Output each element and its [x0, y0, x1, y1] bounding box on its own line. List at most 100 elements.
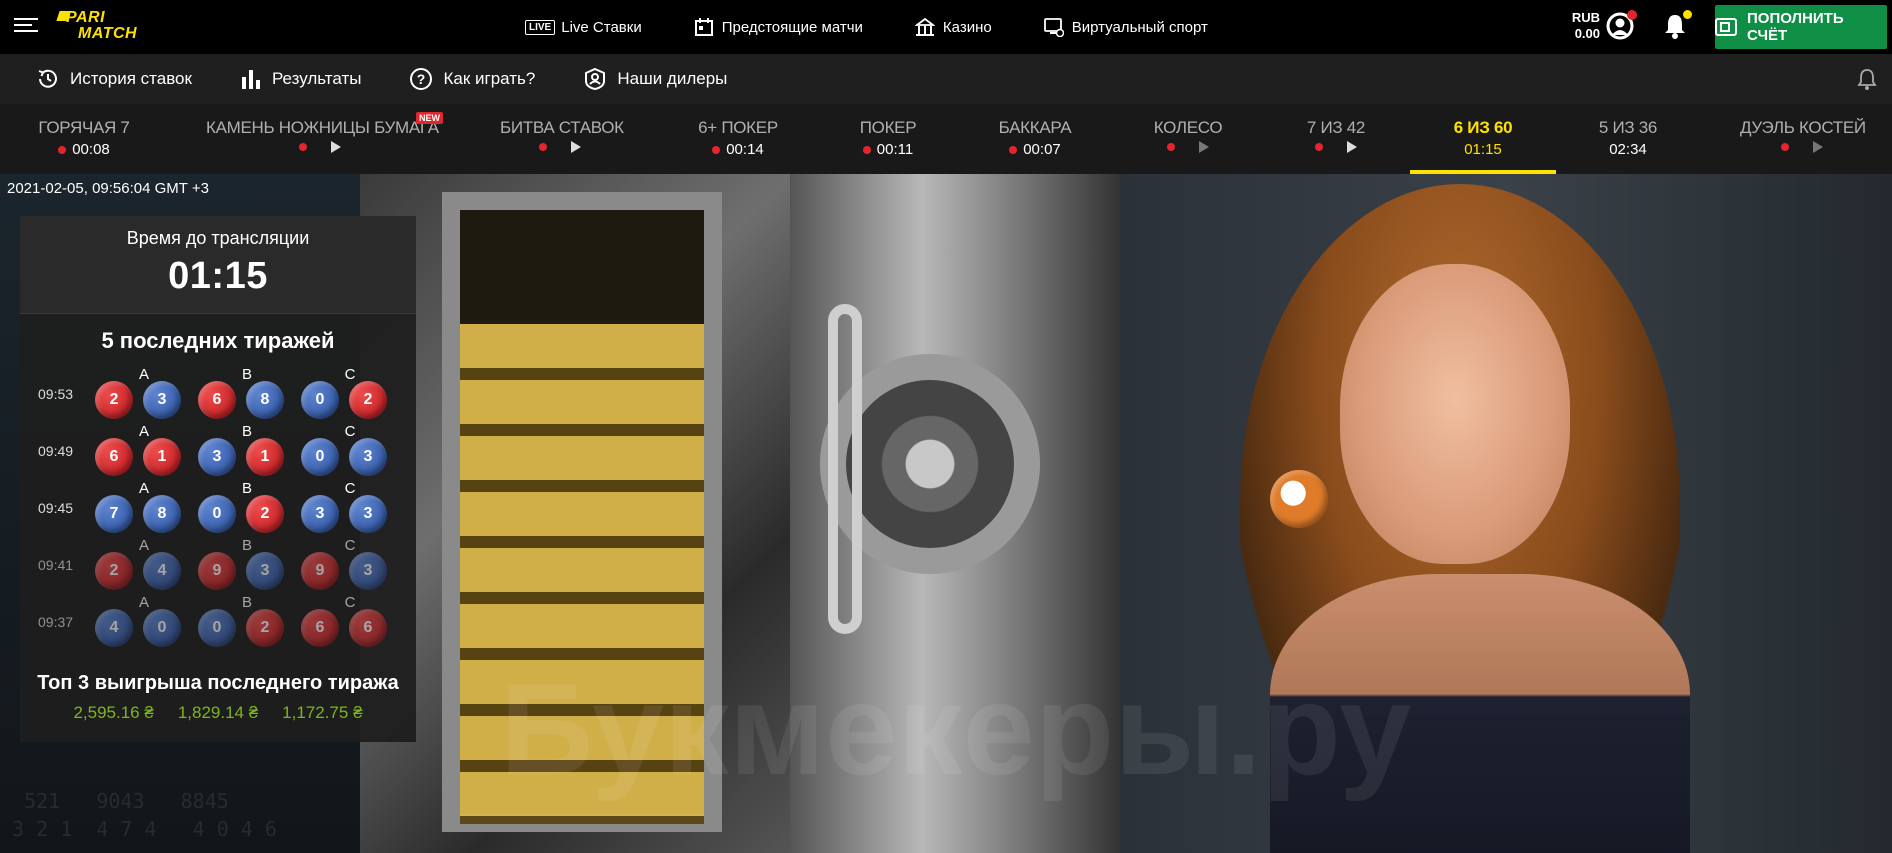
nav-upcoming-matches[interactable]: Предстоящие матчи: [694, 0, 863, 54]
lottery-ball: 6: [198, 381, 236, 419]
bell-icon[interactable]: [1856, 67, 1878, 91]
top-wins-block: Топ 3 выигрыша последнего тиража 2,595.1…: [20, 672, 416, 723]
notification-dot: [1683, 10, 1692, 19]
tab-poker[interactable]: ПОКЕР 00:11: [848, 104, 928, 174]
draw-group: A23: [95, 366, 195, 423]
draw-group: A61: [95, 423, 195, 480]
lottery-ball: 6: [95, 438, 133, 476]
lottery-ball: [1270, 470, 1328, 528]
nav-virtual-sport[interactable]: Виртуальный спорт: [1043, 0, 1208, 54]
play-icon: [1199, 141, 1209, 153]
nav-our-dealers[interactable]: Наши дилеры: [583, 67, 727, 91]
draw-group: B68: [198, 366, 298, 423]
history-icon: [36, 67, 60, 91]
group-label: B: [241, 480, 252, 497]
calendar-icon: [694, 17, 714, 37]
group-label: C: [344, 423, 356, 440]
nav-results[interactable]: Результаты: [240, 67, 361, 91]
last-draws-title: 5 последних тиражей: [101, 328, 335, 353]
lottery-ball: 0: [198, 609, 236, 647]
lottery-ball: 8: [246, 381, 284, 419]
live-dot: [1167, 143, 1175, 151]
group-label: C: [344, 537, 356, 554]
lottery-ball: 2: [349, 381, 387, 419]
nav-live-bets[interactable]: LIVE Live Ставки: [525, 0, 642, 54]
tab-6-of-60[interactable]: 6 ИЗ 60 01:15: [1410, 104, 1556, 174]
lottery-ball: 3: [349, 552, 387, 590]
lottery-ball: 3: [143, 381, 181, 419]
play-icon: [331, 141, 341, 153]
lottery-ball: 3: [246, 552, 284, 590]
stream-datestamp: 2021-02-05, 09:56:04 GMT +3: [7, 180, 209, 197]
play-icon: [571, 141, 581, 153]
casino-icon: [914, 17, 935, 37]
games-tabs: ГОРЯЧАЯ 7 00:08 КАМЕНЬ НОЖНИЦЫ БУМАГА NE…: [0, 104, 1892, 174]
lottery-ball: 0: [301, 438, 339, 476]
draw-group: A40: [95, 594, 195, 651]
top-navbar: PARI MATCH LIVE Live Ставки Предстоящие …: [0, 0, 1892, 54]
live-dot: [539, 143, 547, 151]
tab-baccarat[interactable]: БАККАРА 00:07: [990, 104, 1080, 174]
lottery-ball: 3: [301, 495, 339, 533]
tab-5-of-36[interactable]: 5 ИЗ 36 02:34: [1588, 104, 1668, 174]
lottery-ball: 3: [198, 438, 236, 476]
lottery-ball: 9: [198, 552, 236, 590]
deposit-button[interactable]: ПОПОЛНИТЬ СЧЁТ: [1715, 5, 1887, 49]
group-label: A: [138, 537, 149, 554]
lottery-ball: 3: [349, 438, 387, 476]
virtual-sport-icon: [1043, 17, 1064, 37]
draw-time: 09:53: [38, 386, 74, 402]
notifications-bell-icon[interactable]: [1662, 10, 1692, 40]
lottery-ball: 1: [143, 438, 181, 476]
draw-group: C02: [301, 366, 401, 423]
draw-group: A78: [95, 480, 195, 537]
decorative-numbers: 521 9043 8845 3 2 1 4 7 4 4 0 4 6: [12, 789, 277, 841]
account-balance[interactable]: RUB 0.00: [1570, 10, 1600, 42]
user-avatar-icon[interactable]: [1605, 10, 1637, 41]
group-label: B: [241, 423, 252, 440]
live-dot: [1009, 145, 1018, 154]
nav-casino[interactable]: Казино: [914, 0, 992, 54]
group-label: C: [344, 480, 356, 497]
live-icon: LIVE: [525, 19, 556, 35]
tab-7-of-42[interactable]: 7 ИЗ 42: [1296, 104, 1376, 174]
tab-rock-paper-scissors[interactable]: КАМЕНЬ НОЖНИЦЫ БУМАГА NEW: [206, 104, 443, 174]
countdown-label: Время до трансляции: [126, 228, 310, 248]
menu-icon[interactable]: [14, 18, 38, 36]
parimatch-logo[interactable]: PARI MATCH: [56, 9, 158, 43]
group-label: A: [138, 480, 149, 497]
tab-wheel[interactable]: КОЛЕСО: [1148, 104, 1228, 174]
countdown-block: Время до трансляции 01:15: [20, 216, 416, 314]
draw-row: 09:41 A 2 4 B 9 3 C 9 3: [20, 537, 416, 594]
tab-hot-7[interactable]: ГОРЯЧАЯ 7 00:08: [28, 104, 140, 174]
lottery-ball: 2: [246, 495, 284, 533]
draw-time: 09:45: [38, 500, 74, 516]
dealer-face: [1340, 264, 1570, 564]
notification-dot: [1627, 10, 1637, 20]
help-icon: ?: [409, 67, 433, 91]
nav-bet-history[interactable]: История ставок: [36, 67, 192, 91]
lottery-ball: 2: [95, 552, 133, 590]
group-label: A: [138, 366, 149, 383]
tab-6plus-poker[interactable]: 6+ ПОКЕР 00:14: [688, 104, 788, 174]
tab-dice-duel[interactable]: ДУЭЛЬ КОСТЕЙ: [1740, 104, 1866, 174]
group-label: B: [241, 366, 252, 383]
live-dot: [1781, 143, 1789, 151]
wallet-icon: [1715, 17, 1737, 37]
live-dot: [58, 145, 67, 154]
lottery-ball: 2: [246, 609, 284, 647]
svg-text:?: ?: [417, 71, 426, 87]
lottery-ball: 0: [143, 609, 181, 647]
nav-how-to-play[interactable]: ? Как играть?: [409, 67, 535, 91]
tab-bet-battle[interactable]: БИТВА СТАВОК: [500, 104, 624, 174]
draw-info-panel: Время до трансляции 01:15 5 последних ти…: [20, 216, 416, 742]
draw-group: B31: [198, 423, 298, 480]
group-label: C: [344, 594, 356, 611]
draw-group: C66: [301, 594, 401, 651]
top-win-amount: 1,829.14 ₴: [177, 703, 259, 722]
dealer-image: [1120, 174, 1892, 853]
main-nav: LIVE Live Ставки Предстоящие матчи Казин…: [525, 0, 1260, 54]
gold-bars: [460, 324, 704, 824]
draw-group: C33: [301, 480, 401, 537]
draw-row: 09:49 A 6 1 B 3 1 C 0 3: [20, 423, 416, 480]
